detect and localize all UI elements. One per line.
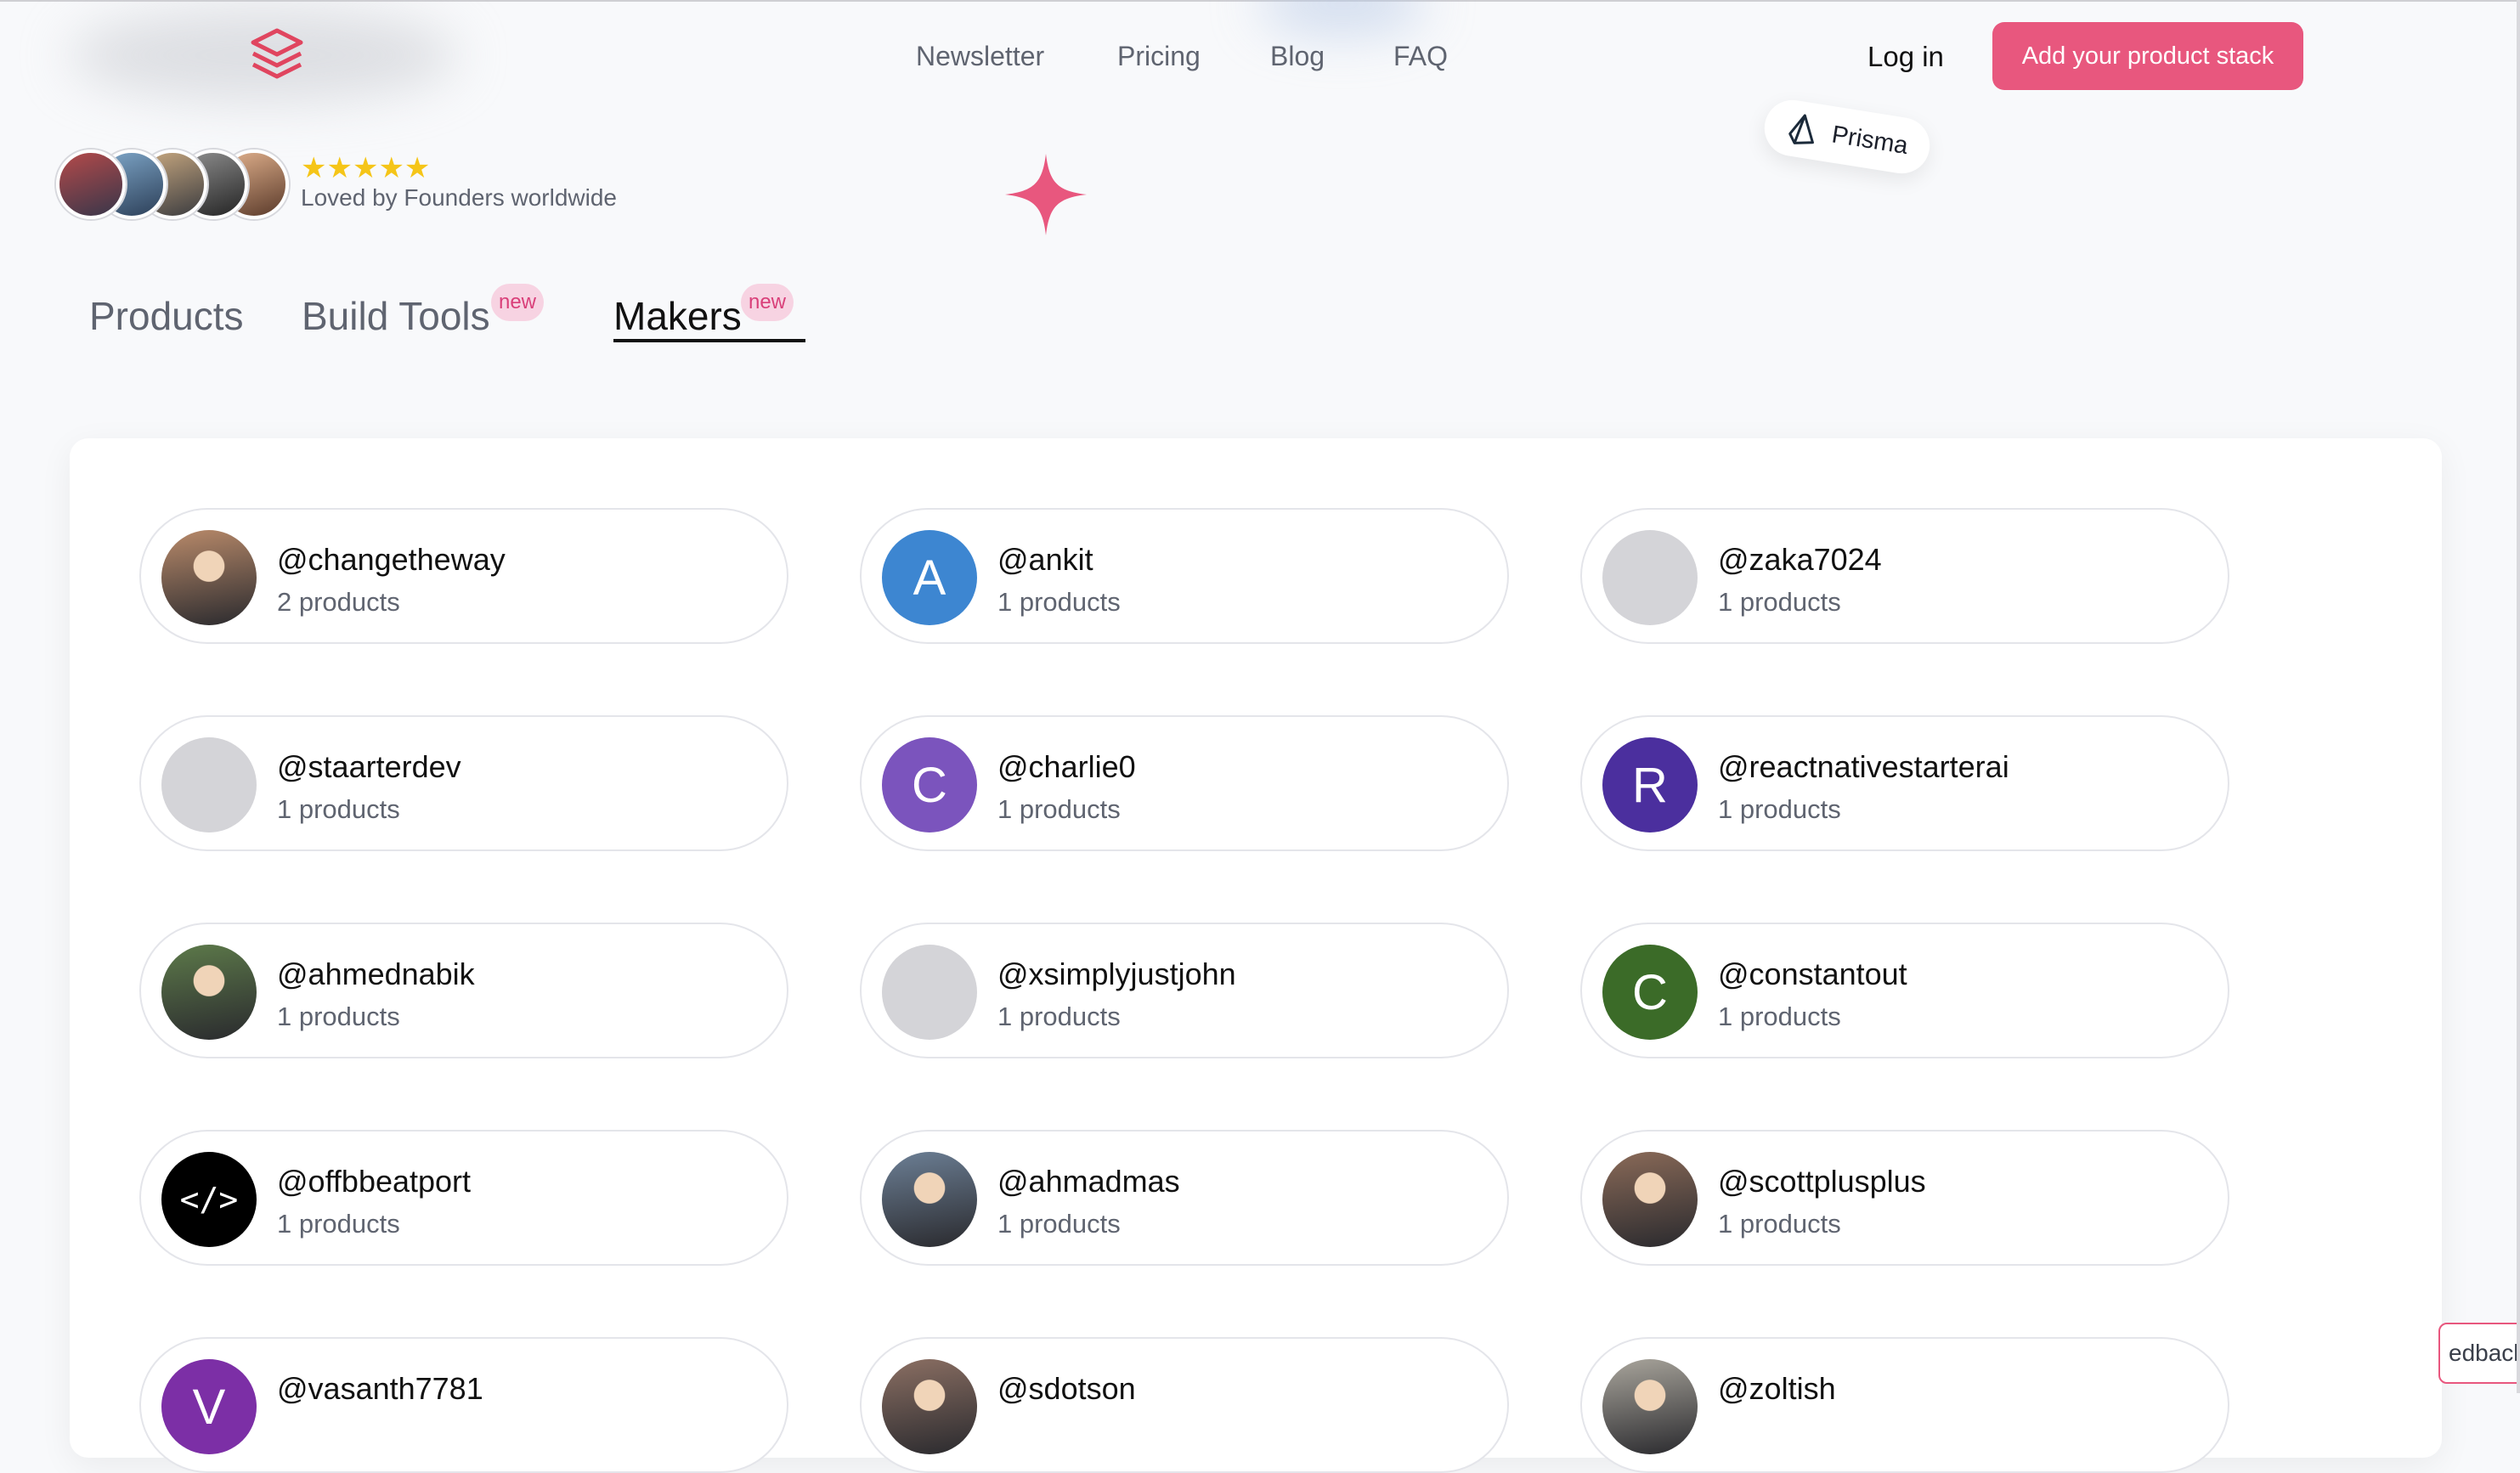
maker-product-count: 1 products (1718, 794, 1841, 824)
maker-handle: @offbbeatport (277, 1164, 472, 1199)
maker-card[interactable]: @staarterdev 1 products (139, 715, 788, 851)
active-tab-underline (613, 339, 805, 342)
avatar (56, 150, 126, 219)
maker-handle: @ahmadmas (997, 1164, 1180, 1199)
new-badge: new (741, 284, 794, 321)
background-blur-top (1257, 0, 1427, 34)
maker-avatar (1602, 530, 1698, 625)
maker-avatar: R (1602, 737, 1698, 832)
maker-avatar (161, 945, 257, 1040)
maker-handle: @sdotson (997, 1371, 1136, 1406)
nav-blog[interactable]: Blog (1270, 41, 1325, 72)
maker-card[interactable]: @changetheway 2 products (139, 508, 788, 644)
maker-handle: @reactnativestarterai (1718, 749, 2009, 784)
maker-handle: @xsimplyjustjohn (997, 957, 1236, 991)
tab-makers[interactable]: Makers (613, 293, 742, 339)
maker-avatar (1602, 1152, 1698, 1247)
maker-avatar: A (882, 530, 977, 625)
maker-card[interactable]: @zaka7024 1 products (1580, 508, 2229, 644)
maker-handle: @ahmednabik (277, 957, 475, 991)
maker-handle: @constantout (1718, 957, 1907, 991)
maker-avatar: C (882, 737, 977, 832)
maker-product-count: 1 products (277, 1209, 400, 1239)
maker-handle: @vasanth7781 (277, 1371, 483, 1406)
maker-avatar: C (1602, 945, 1698, 1040)
new-badge: new (491, 284, 544, 321)
maker-avatar (882, 1359, 977, 1454)
nav-pricing[interactable]: Pricing (1117, 41, 1201, 72)
maker-handle: @staarterdev (277, 749, 461, 784)
maker-card[interactable]: @xsimplyjustjohn 1 products (860, 923, 1509, 1058)
maker-handle: @zaka7024 (1718, 542, 1882, 577)
floating-tool-chip: Prisma (1760, 96, 1934, 178)
nav-faq[interactable]: FAQ (1393, 41, 1448, 72)
tab-products[interactable]: Products (89, 293, 244, 339)
logo-stack-icon[interactable] (246, 25, 308, 87)
maker-product-count: 1 products (277, 794, 400, 824)
founder-avatars (56, 150, 294, 219)
floating-chip-label: Prisma (1829, 120, 1910, 160)
maker-product-count: 2 products (277, 587, 400, 617)
maker-product-count: 1 products (1718, 1209, 1841, 1239)
login-link[interactable]: Log in (1867, 41, 1944, 73)
maker-handle: @scottplusplus (1718, 1164, 1926, 1199)
maker-product-count: 1 products (997, 1002, 1121, 1031)
prisma-icon (1788, 114, 1814, 144)
maker-avatar (161, 737, 257, 832)
maker-handle: @changetheway (277, 542, 506, 577)
tab-build-tools[interactable]: Build Tools (302, 293, 490, 339)
makers-panel: @changetheway 2 products A @ankit 1 products… (70, 438, 2442, 1473)
maker-card[interactable]: @scottplusplus 1 products (1580, 1130, 2229, 1266)
maker-product-count: 1 products (1718, 587, 1841, 617)
maker-avatar: </> (161, 1152, 257, 1247)
sparkle-icon (1005, 154, 1087, 235)
maker-card[interactable]: A @ankit 1 products (860, 508, 1509, 644)
maker-avatar (882, 945, 977, 1040)
maker-product-count: 1 products (1718, 1002, 1841, 1031)
maker-avatar: V (161, 1359, 257, 1454)
add-product-stack-button[interactable]: Add your product stack (1992, 22, 2303, 90)
nav-newsletter[interactable]: Newsletter (916, 41, 1044, 72)
rating-stars: ★★★★★ (301, 152, 431, 184)
maker-handle: @zoltish (1718, 1371, 1836, 1406)
feedback-button[interactable]: edback (2438, 1323, 2520, 1384)
maker-product-count: 1 products (277, 1002, 400, 1031)
maker-card[interactable]: @zoltish (1580, 1337, 2229, 1473)
maker-card[interactable]: C @constantout 1 products (1580, 923, 2229, 1058)
maker-card[interactable]: @ahmadmas 1 products (860, 1130, 1509, 1266)
maker-card[interactable]: @ahmednabik 1 products (139, 923, 788, 1058)
maker-handle: @ankit (997, 542, 1093, 577)
maker-card[interactable]: C @charlie0 1 products (860, 715, 1509, 851)
maker-product-count: 1 products (997, 1209, 1121, 1239)
maker-card[interactable]: R @reactnativestarterai 1 products (1580, 715, 2229, 851)
maker-card[interactable]: @sdotson (860, 1337, 1509, 1473)
maker-card[interactable]: </> @offbbeatport 1 products (139, 1130, 788, 1266)
maker-product-count: 1 products (997, 794, 1121, 824)
window-right-border (2517, 0, 2520, 1393)
social-proof-text: Loved by Founders worldwide (301, 184, 617, 211)
maker-avatar (882, 1152, 977, 1247)
maker-avatar (161, 530, 257, 625)
maker-card[interactable]: V @vasanth7781 (139, 1337, 788, 1473)
maker-avatar (1602, 1359, 1698, 1454)
maker-handle: @charlie0 (997, 749, 1136, 784)
maker-product-count: 1 products (997, 587, 1121, 617)
